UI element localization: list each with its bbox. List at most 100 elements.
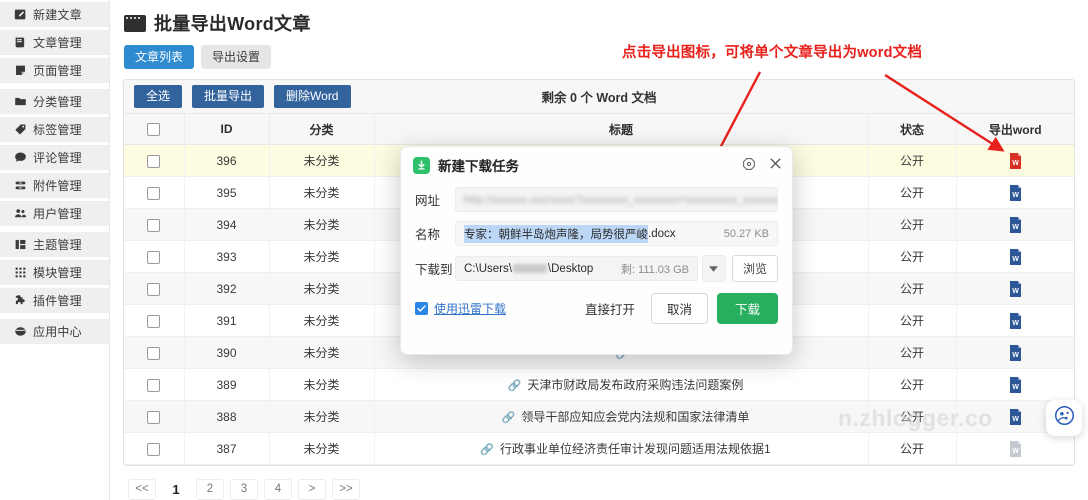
sidebar-item-label: 标签管理 bbox=[33, 123, 82, 137]
word-doc-icon[interactable]: W bbox=[1009, 184, 1022, 201]
row-checkbox[interactable] bbox=[147, 378, 161, 392]
path-input[interactable]: C:\Users\ \Desktop 剩: 111.03 GB bbox=[455, 256, 698, 281]
sidebar-item-label: 主题管理 bbox=[33, 238, 82, 252]
word-doc-icon-red[interactable]: W bbox=[1009, 152, 1022, 169]
table-toolbar: 全选 批量导出 删除Word 剩余 0 个 Word 文档 bbox=[124, 80, 1074, 114]
grid-icon bbox=[13, 266, 27, 280]
row-checkbox-cell bbox=[124, 432, 185, 465]
comment-icon bbox=[13, 151, 27, 165]
sidebar-item-page-manage[interactable]: 页面管理 bbox=[0, 58, 109, 83]
row-status: 公开 bbox=[868, 208, 957, 241]
gear-icon[interactable] bbox=[741, 156, 756, 171]
word-doc-icon[interactable]: W bbox=[1009, 248, 1022, 265]
free-space-label: 剩: 111.03 GB bbox=[620, 263, 689, 276]
sidebar-item-user-manage[interactable]: 用户管理 bbox=[0, 201, 109, 226]
url-input[interactable]: http://xxxxxx.xxx/xxxx/?xxxxxxxx_xxxxxxx… bbox=[455, 187, 778, 212]
svg-text:W: W bbox=[1012, 352, 1019, 359]
table-row: 388 未分类 🔗 领导干部应知应会党内法规和国家法律清单 公开 W bbox=[124, 400, 1074, 433]
row-title: 行政事业单位经济责任审计发现问题适用法规依据1 bbox=[500, 442, 771, 456]
row-title-cell[interactable]: 🔗 天津市财政局发布政府采购违法问题案例 bbox=[374, 368, 869, 401]
row-id: 396 bbox=[184, 144, 270, 177]
dialog-body: 网址 http://xxxxxx.xxx/xxxx/?xxxxxxxx_xxxx… bbox=[401, 183, 792, 324]
word-doc-icon[interactable]: W bbox=[1009, 344, 1022, 361]
word-doc-icon[interactable]: W bbox=[1009, 216, 1022, 233]
word-doc-icon[interactable]: W bbox=[1009, 408, 1022, 425]
row-checkbox[interactable] bbox=[147, 218, 161, 232]
row-checkbox-cell bbox=[124, 176, 185, 209]
download-button[interactable]: 下载 bbox=[716, 293, 778, 324]
tab-export-settings[interactable]: 导出设置 bbox=[201, 45, 272, 69]
sidebar-item-new-article[interactable]: 新建文章 bbox=[0, 2, 109, 27]
row-checkbox[interactable] bbox=[147, 186, 161, 200]
dialog-header: 新建下载任务 bbox=[401, 147, 792, 183]
row-checkbox-cell bbox=[124, 368, 185, 401]
link-icon: 🔗 bbox=[480, 444, 494, 456]
row-checkbox[interactable] bbox=[147, 442, 161, 456]
annotation-text: 点击导出图标，可将单个文章导出为word文档 bbox=[622, 45, 923, 61]
row-export-cell: W bbox=[956, 272, 1074, 305]
word-doc-icon[interactable]: W bbox=[1009, 312, 1022, 329]
row-status: 公开 bbox=[868, 336, 957, 369]
select-all-checkbox[interactable] bbox=[147, 123, 161, 137]
row-category: 未分类 bbox=[269, 368, 375, 401]
th-status: 状态 bbox=[868, 114, 957, 145]
th-category: 分类 bbox=[269, 114, 375, 145]
row-checkbox[interactable] bbox=[147, 346, 161, 360]
page-last[interactable]: >> bbox=[332, 479, 360, 500]
word-doc-icon-grey[interactable]: W bbox=[1009, 440, 1022, 457]
sidebar-item-attachment-manage[interactable]: 附件管理 bbox=[0, 173, 109, 198]
sidebar-item-module-manage[interactable]: 模块管理 bbox=[0, 260, 109, 285]
folder-icon bbox=[13, 95, 27, 109]
batch-export-button[interactable]: 批量导出 bbox=[192, 85, 265, 108]
row-checkbox[interactable] bbox=[147, 154, 161, 168]
url-value: http://xxxxxx.xxx/xxxx/?xxxxxxxx_xxxxxxx… bbox=[464, 193, 778, 206]
page-1[interactable]: 1 bbox=[162, 479, 190, 500]
tab-bar: 文章列表 导出设置 bbox=[110, 36, 1088, 77]
xunlei-checkbox[interactable] bbox=[415, 302, 428, 315]
browse-button[interactable]: 浏览 bbox=[731, 255, 778, 282]
svg-text:W: W bbox=[1012, 192, 1019, 199]
row-status: 公开 bbox=[868, 144, 957, 177]
page-first[interactable]: << bbox=[128, 479, 156, 500]
row-checkbox[interactable] bbox=[147, 314, 161, 328]
word-doc-icon[interactable]: W bbox=[1009, 280, 1022, 297]
sidebar-item-label: 文章管理 bbox=[33, 36, 82, 50]
word-doc-icon[interactable]: W bbox=[1009, 376, 1022, 393]
sidebar-item-theme-manage[interactable]: 主题管理 bbox=[0, 232, 109, 257]
sidebar-item-article-manage[interactable]: 文章管理 bbox=[0, 30, 109, 55]
page-2[interactable]: 2 bbox=[196, 479, 224, 500]
row-title-cell[interactable]: 🔗 行政事业单位经济责任审计发现问题适用法规依据1 bbox=[374, 432, 869, 465]
app-root: 新建文章 文章管理 页面管理 分类管理 标签管理 评论管理 附件管理 用户管理 bbox=[0, 0, 1088, 500]
row-export-cell: W bbox=[956, 176, 1074, 209]
row-export-cell: W bbox=[956, 208, 1074, 241]
path-dropdown-button[interactable] bbox=[701, 255, 726, 282]
article-icon bbox=[13, 36, 27, 50]
row-title-cell[interactable]: 🔗 领导干部应知应会党内法规和国家法律清单 bbox=[374, 400, 869, 433]
page-4[interactable]: 4 bbox=[264, 479, 292, 500]
xunlei-download-link[interactable]: 使用迅雷下载 bbox=[434, 300, 506, 317]
sidebar-item-category-manage[interactable]: 分类管理 bbox=[0, 89, 109, 114]
row-checkbox[interactable] bbox=[147, 410, 161, 424]
sidebar-item-plugin-manage[interactable]: 插件管理 bbox=[0, 288, 109, 313]
page-next[interactable]: > bbox=[298, 479, 326, 500]
sidebar-item-app-center[interactable]: 应用中心 bbox=[0, 319, 109, 344]
assistant-float-button[interactable] bbox=[1046, 400, 1082, 436]
cancel-button[interactable]: 取消 bbox=[650, 293, 708, 324]
page-3[interactable]: 3 bbox=[230, 479, 258, 500]
row-checkbox[interactable] bbox=[147, 282, 161, 296]
svg-text:W: W bbox=[1012, 224, 1019, 231]
close-icon[interactable] bbox=[768, 156, 783, 171]
attachment-icon bbox=[13, 179, 27, 193]
sidebar-item-label: 评论管理 bbox=[33, 151, 82, 165]
path-prefix: C:\Users\ bbox=[464, 262, 512, 275]
name-input[interactable]: 专家：朝鲜半岛炮声隆，局势很严峻 .docx 50.27 KB bbox=[455, 221, 778, 246]
sidebar-item-tag-manage[interactable]: 标签管理 bbox=[0, 117, 109, 142]
select-all-button[interactable]: 全选 bbox=[134, 85, 183, 108]
tab-article-list[interactable]: 文章列表 bbox=[124, 45, 195, 69]
row-checkbox[interactable] bbox=[147, 250, 161, 264]
open-directly-button[interactable]: 直接打开 bbox=[585, 299, 635, 318]
url-label: 网址 bbox=[415, 194, 441, 208]
row-category: 未分类 bbox=[269, 144, 375, 177]
delete-word-button[interactable]: 删除Word bbox=[274, 85, 351, 108]
sidebar-item-comment-manage[interactable]: 评论管理 bbox=[0, 145, 109, 170]
